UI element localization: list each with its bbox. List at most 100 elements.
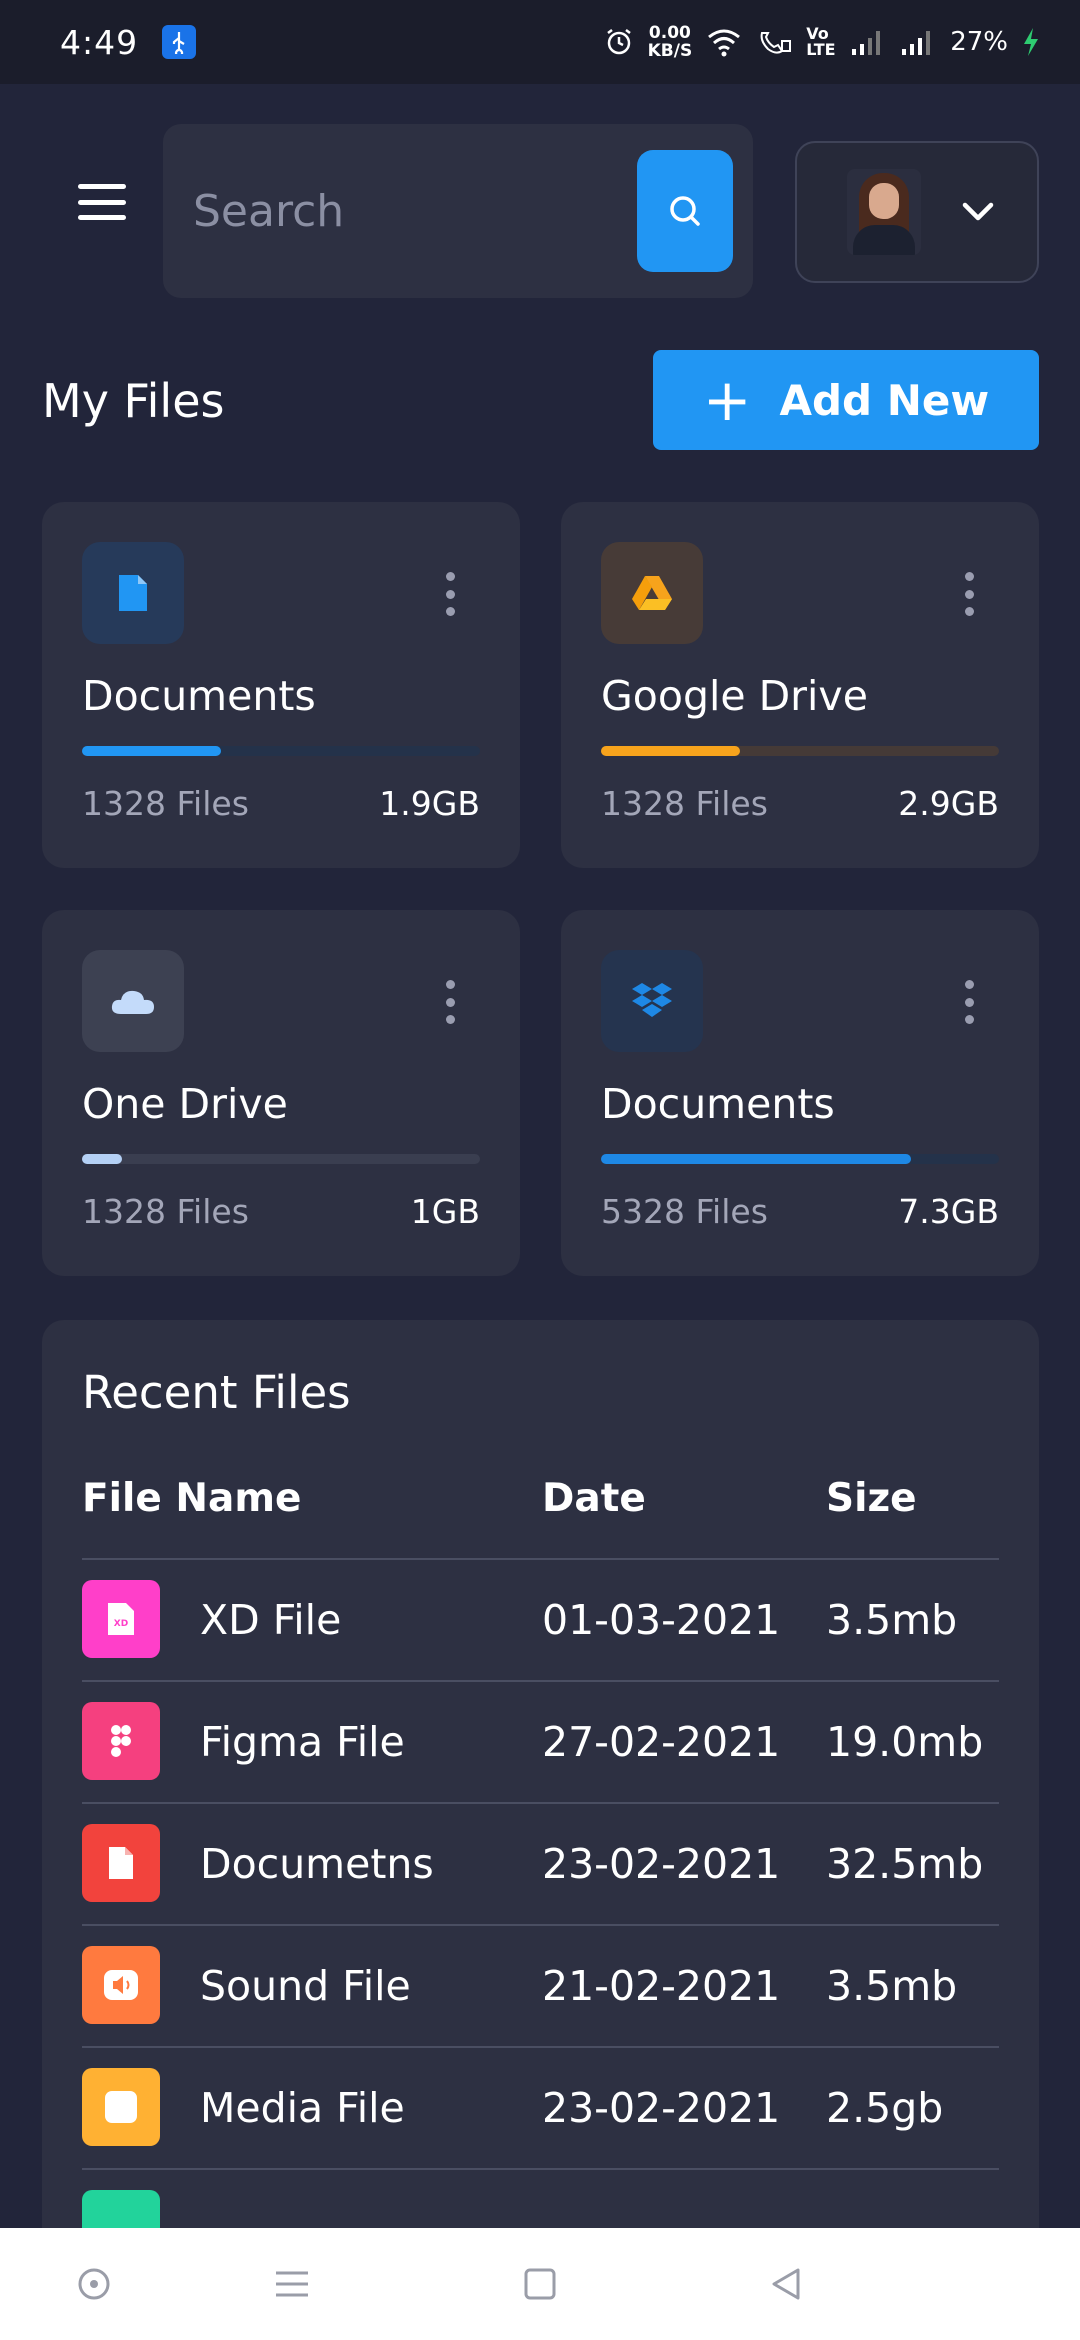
- document-icon: [82, 1824, 160, 1902]
- my-files-title: My Files: [42, 374, 225, 428]
- file-count: 1328 Files: [601, 784, 768, 823]
- search-input[interactable]: [193, 176, 573, 246]
- table-row[interactable]: Sound File 21-02-2021 3.5mb: [82, 1926, 999, 2048]
- file-name: XD File: [200, 1596, 342, 1644]
- card-icon-box: [82, 950, 184, 1052]
- file-count: 1328 Files: [82, 1192, 249, 1231]
- table-row[interactable]: Figma File 27-02-2021 19.0mb: [82, 1682, 999, 1804]
- speed-unit: KB/S: [647, 41, 693, 61]
- assistant-button[interactable]: [72, 2262, 116, 2306]
- column-header-size[interactable]: Size: [826, 1476, 917, 1521]
- system-nav-bar: [0, 2228, 1080, 2340]
- charging-icon: [1024, 28, 1038, 56]
- profile-dropdown[interactable]: [795, 141, 1039, 283]
- storage-card-dropbox-documents[interactable]: Documents 5328 Files 7.3GB: [561, 910, 1039, 1276]
- storage-card-documents[interactable]: Documents 1328 Files 1.9GB: [42, 502, 520, 868]
- signal-1-icon: [852, 31, 881, 55]
- status-time: 4:49: [60, 22, 139, 62]
- xd-file-icon: XD: [82, 1580, 160, 1658]
- svg-text:XD: XD: [114, 1619, 128, 1629]
- card-title: One Drive: [82, 1080, 288, 1128]
- storage-progress-bar: [601, 746, 999, 756]
- file-date: 21-02-2021: [542, 1962, 781, 2010]
- file-size: 19.0mb: [826, 1718, 984, 1766]
- search-button[interactable]: [637, 150, 733, 272]
- menu-nav-button[interactable]: [270, 2262, 314, 2306]
- assistant-circle-icon: [78, 2268, 110, 2300]
- storage-card-one-drive[interactable]: One Drive 1328 Files 1GB: [42, 910, 520, 1276]
- home-square-icon: [524, 2268, 556, 2300]
- more-options-icon[interactable]: [444, 572, 456, 616]
- table-row[interactable]: Documetns 23-02-2021 32.5mb: [82, 1804, 999, 1926]
- storage-progress-bar: [82, 1154, 480, 1164]
- app-content: My Files + Add New Documents 1328 Files …: [0, 84, 1080, 2320]
- storage-size: 1GB: [410, 1192, 480, 1231]
- file-count: 1328 Files: [82, 784, 249, 823]
- column-header-date[interactable]: Date: [542, 1476, 646, 1521]
- storage-size: 7.3GB: [898, 1192, 999, 1231]
- menu-icon[interactable]: [78, 184, 126, 220]
- status-bar: 4:49 0.00 KB/S Vo LTE 27%: [0, 0, 1080, 84]
- file-name: Figma File: [200, 1718, 405, 1766]
- recent-files-title: Recent Files: [82, 1366, 351, 1419]
- file-name: Documetns: [200, 1840, 434, 1888]
- file-date: 23-02-2021: [542, 1840, 781, 1888]
- dropbox-icon: [632, 983, 672, 1017]
- header: [0, 124, 1080, 300]
- more-options-icon[interactable]: [963, 572, 975, 616]
- card-title: Documents: [601, 1080, 835, 1128]
- menu-lines-icon: [276, 2271, 308, 2297]
- network-speed: 0.00 KB/S: [648, 24, 693, 60]
- card-title: Google Drive: [601, 672, 868, 720]
- file-date: 23-02-2021: [542, 2084, 781, 2132]
- storage-card-google-drive[interactable]: Google Drive 1328 Files 2.9GB: [561, 502, 1039, 868]
- signal-2-icon: [902, 31, 931, 55]
- file-size: 2.5gb: [826, 2084, 944, 2132]
- avatar: [847, 169, 921, 255]
- home-button[interactable]: [518, 2262, 562, 2306]
- figma-icon: [82, 1702, 160, 1780]
- file-size: 3.5mb: [826, 1596, 958, 1644]
- battery-percent: 27%: [950, 27, 1008, 57]
- sound-icon: [82, 1946, 160, 2024]
- storage-progress-bar: [601, 1154, 999, 1164]
- file-date: 27-02-2021: [542, 1718, 781, 1766]
- column-header-file-name[interactable]: File Name: [82, 1476, 301, 1521]
- status-indicators: 0.00 KB/S Vo LTE 27%: [604, 24, 1040, 60]
- table-row[interactable]: XD XD File 01-03-2021 3.5mb: [82, 1560, 999, 1682]
- card-icon-box: [601, 542, 703, 644]
- back-triangle-icon: [772, 2268, 800, 2300]
- search-icon: [670, 196, 700, 226]
- card-icon-box: [82, 542, 184, 644]
- cloud-icon: [111, 990, 154, 1014]
- alarm-icon: [606, 29, 631, 55]
- storage-size: 1.9GB: [379, 784, 480, 823]
- file-size: 32.5mb: [826, 1840, 984, 1888]
- usb-icon: [162, 25, 197, 59]
- add-new-button[interactable]: + Add New: [653, 350, 1039, 450]
- speed-value: 0.00: [648, 23, 691, 43]
- file-name: Sound File: [200, 1962, 411, 2010]
- file-count: 5328 Files: [601, 1192, 768, 1231]
- chevron-down-icon: [962, 202, 994, 221]
- table-row[interactable]: Media File 23-02-2021 2.5gb: [82, 2048, 999, 2170]
- storage-progress-bar: [82, 746, 480, 756]
- more-options-icon[interactable]: [444, 980, 456, 1024]
- plus-icon: +: [702, 366, 752, 434]
- file-date: 01-03-2021: [542, 1596, 781, 1644]
- card-title: Documents: [82, 672, 316, 720]
- document-icon: [119, 575, 147, 611]
- file-size: 3.5mb: [826, 1962, 958, 2010]
- wifi-calling-icon: [760, 32, 792, 54]
- media-icon: [82, 2068, 160, 2146]
- recent-files-panel: Recent Files File Name Date Size XD XD F…: [42, 1320, 1039, 2320]
- card-icon-box: [601, 950, 703, 1052]
- add-new-label: Add New: [779, 375, 990, 425]
- storage-size: 2.9GB: [898, 784, 999, 823]
- volte-indicator: Vo LTE: [806, 24, 836, 59]
- google-drive-icon: [632, 576, 672, 610]
- more-options-icon[interactable]: [963, 980, 975, 1024]
- search-box: [163, 124, 753, 298]
- back-button[interactable]: [764, 2262, 808, 2306]
- wifi-icon: [708, 29, 741, 57]
